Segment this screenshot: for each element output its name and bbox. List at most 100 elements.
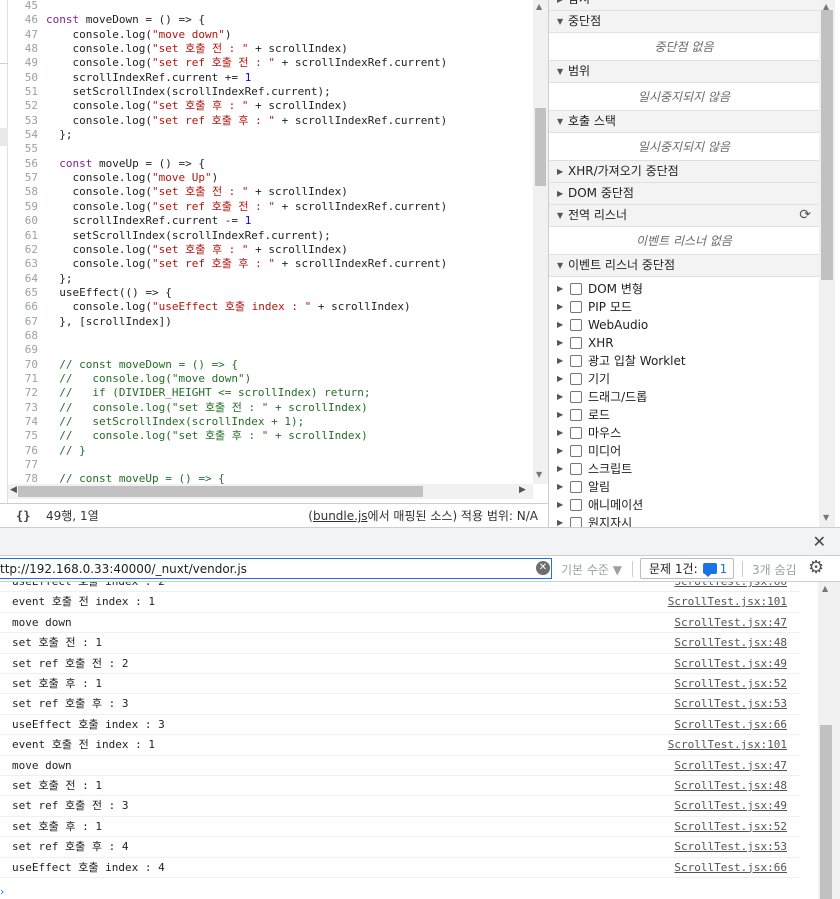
line-number[interactable]: 49 (8, 56, 46, 70)
line-number[interactable]: 71 (8, 372, 46, 386)
section-header[interactable]: ▼ 전역 리스너 ⟳ (549, 205, 819, 227)
event-category-item[interactable]: ▶ 미디어 (549, 442, 819, 460)
close-icon[interactable]: ✕ (813, 532, 826, 551)
event-category-item[interactable]: ▶ 마우스 (549, 424, 819, 442)
code-line[interactable]: 66 console.log("useEffect 호출 index : " +… (8, 300, 533, 314)
code-line[interactable]: 73 // console.log("set 호출 전 : " + scroll… (8, 401, 533, 415)
scrollbar-thumb[interactable] (535, 108, 546, 186)
message-source-link[interactable]: ScrollTest.jsx:53 (674, 837, 787, 857)
sidebar-vertical-scrollbar[interactable]: ▲ ▼ (819, 0, 835, 527)
code-line[interactable]: 74 // setScrollIndex(scrollIndex + 1); (8, 415, 533, 429)
message-source-link[interactable]: ScrollTest.jsx:53 (674, 694, 787, 714)
line-number[interactable]: 53 (8, 114, 46, 128)
line-number[interactable]: 59 (8, 200, 46, 214)
message-source-link[interactable]: ScrollTest.jsx:47 (674, 613, 787, 633)
log-levels-dropdown[interactable]: 기본 수준 ▼ (561, 561, 622, 578)
triangle-right-icon[interactable]: ▶ (557, 370, 570, 388)
triangle-right-icon[interactable]: ▶ (557, 460, 570, 478)
issues-button[interactable]: 문제 1건: 1 (640, 558, 735, 579)
line-number[interactable]: 61 (8, 229, 46, 243)
message-source-link[interactable]: ScrollTest.jsx:48 (674, 776, 787, 796)
navigator-collapsed-strip[interactable] (0, 0, 8, 503)
event-category-item[interactable]: ▶ WebAudio (549, 316, 819, 334)
category-checkbox[interactable] (570, 391, 582, 403)
code-line[interactable]: 58 console.log("set 호출 전 : " + scrollInd… (8, 185, 533, 199)
category-checkbox[interactable] (570, 373, 582, 385)
scroll-left-icon[interactable]: ◀ (10, 485, 17, 495)
code-line[interactable]: 77 (8, 458, 533, 472)
line-number[interactable]: 76 (8, 444, 46, 458)
message-source-link[interactable]: ScrollTest.jsx:101 (668, 735, 787, 755)
triangle-right-icon[interactable]: ▶ (557, 514, 570, 527)
console-vertical-scrollbar[interactable]: ▲ (818, 582, 840, 899)
code-line[interactable]: 65 useEffect(() => { (8, 286, 533, 300)
triangle-right-icon[interactable]: ▶ (557, 406, 570, 424)
editor-horizontal-scrollbar[interactable]: ◀ ▶ (8, 484, 533, 499)
code-line[interactable]: 69 (8, 343, 533, 357)
category-checkbox[interactable] (570, 355, 582, 367)
event-category-item[interactable]: ▶ DOM 변형 (549, 280, 819, 298)
line-number[interactable]: 55 (8, 142, 46, 156)
category-checkbox[interactable] (570, 463, 582, 475)
triangle-right-icon[interactable]: ▶ (557, 298, 570, 316)
scroll-right-icon[interactable]: ▶ (519, 485, 526, 495)
category-checkbox[interactable] (570, 409, 582, 421)
message-source-link[interactable]: ScrollTest.jsx:47 (674, 756, 787, 776)
line-number[interactable]: 46 (8, 13, 46, 27)
line-number[interactable]: 45 (8, 0, 46, 13)
message-source-link[interactable]: ScrollTest.jsx:66 (674, 582, 787, 592)
message-source-link[interactable]: ScrollTest.jsx:49 (674, 796, 787, 816)
code-line[interactable]: 61 setScrollIndex(scrollIndexRef.current… (8, 229, 533, 243)
line-number[interactable]: 68 (8, 329, 46, 343)
triangle-right-icon[interactable]: ▶ (557, 280, 570, 298)
console-filter-input[interactable] (0, 558, 552, 579)
section-header[interactable]: ▼ 범위 (549, 61, 819, 83)
code-line[interactable]: 45 (8, 0, 533, 13)
event-category-item[interactable]: ▶ XHR (549, 334, 819, 352)
category-checkbox[interactable] (570, 517, 582, 527)
source-editor[interactable]: 45 46 const moveDown = () => {47 console.… (0, 0, 548, 503)
code-line[interactable]: 52 console.log("set 호출 후 : " + scrollInd… (8, 99, 533, 113)
message-source-link[interactable]: ScrollTest.jsx:48 (674, 633, 787, 653)
line-number[interactable]: 67 (8, 315, 46, 329)
triangle-right-icon[interactable]: ▶ (557, 334, 570, 352)
line-number[interactable]: 73 (8, 401, 46, 415)
editor-vertical-scrollbar[interactable]: ▲ ▼ (533, 0, 548, 484)
message-source-link[interactable]: ScrollTest.jsx:52 (674, 674, 787, 694)
console-messages[interactable]: useEffect 호출 index : 2ScrollTest.jsx:66e… (0, 582, 818, 899)
section-header[interactable]: ▼ 이벤트 리스너 중단점 (549, 255, 819, 277)
line-number[interactable]: 64 (8, 272, 46, 286)
scroll-down-icon[interactable]: ▼ (536, 470, 542, 479)
event-category-item[interactable]: ▶ 애니메이션 (549, 496, 819, 514)
code-line[interactable]: 53 console.log("set ref 호출 후 : " + scrol… (8, 114, 533, 128)
line-number[interactable]: 69 (8, 343, 46, 357)
category-checkbox[interactable] (570, 427, 582, 439)
line-number[interactable]: 47 (8, 28, 46, 42)
triangle-right-icon[interactable]: ▶ (557, 478, 570, 496)
console-prompt[interactable]: › (0, 885, 4, 898)
triangle-right-icon[interactable]: ▶ (557, 352, 570, 370)
scroll-up-icon[interactable]: ▲ (536, 2, 542, 11)
message-source-link[interactable]: ScrollTest.jsx:66 (674, 715, 787, 735)
code-line[interactable]: 71 // console.log("move down") (8, 372, 533, 386)
line-number[interactable]: 74 (8, 415, 46, 429)
code-line[interactable]: 56 const moveUp = () => { (8, 157, 533, 171)
code-line[interactable]: 72 // if (DIVIDER_HEIGHT <= scrollIndex)… (8, 386, 533, 400)
code-line[interactable]: 46 const moveDown = () => { (8, 13, 533, 27)
code-line[interactable]: 54 }; (8, 128, 533, 142)
code-line[interactable]: 47 console.log("move down") (8, 28, 533, 42)
section-header[interactable]: ▶ XHR/가져오기 중단점 (549, 161, 819, 183)
code-line[interactable]: 50 scrollIndexRef.current += 1 (8, 71, 533, 85)
line-number[interactable]: 50 (8, 71, 46, 85)
line-number[interactable]: 72 (8, 386, 46, 400)
code-line[interactable]: 64 }; (8, 272, 533, 286)
code-area[interactable]: 45 46 const moveDown = () => {47 console.… (8, 0, 533, 487)
section-header[interactable]: ▶감시 (549, 0, 819, 11)
source-map-link[interactable]: bundle.js (313, 509, 368, 523)
scrollbar-thumb[interactable] (821, 10, 833, 280)
line-number[interactable]: 65 (8, 286, 46, 300)
line-number[interactable]: 51 (8, 85, 46, 99)
event-category-item[interactable]: ▶ 알림 (549, 478, 819, 496)
code-line[interactable]: 60 scrollIndexRef.current -= 1 (8, 214, 533, 228)
code-line[interactable]: 68 (8, 329, 533, 343)
